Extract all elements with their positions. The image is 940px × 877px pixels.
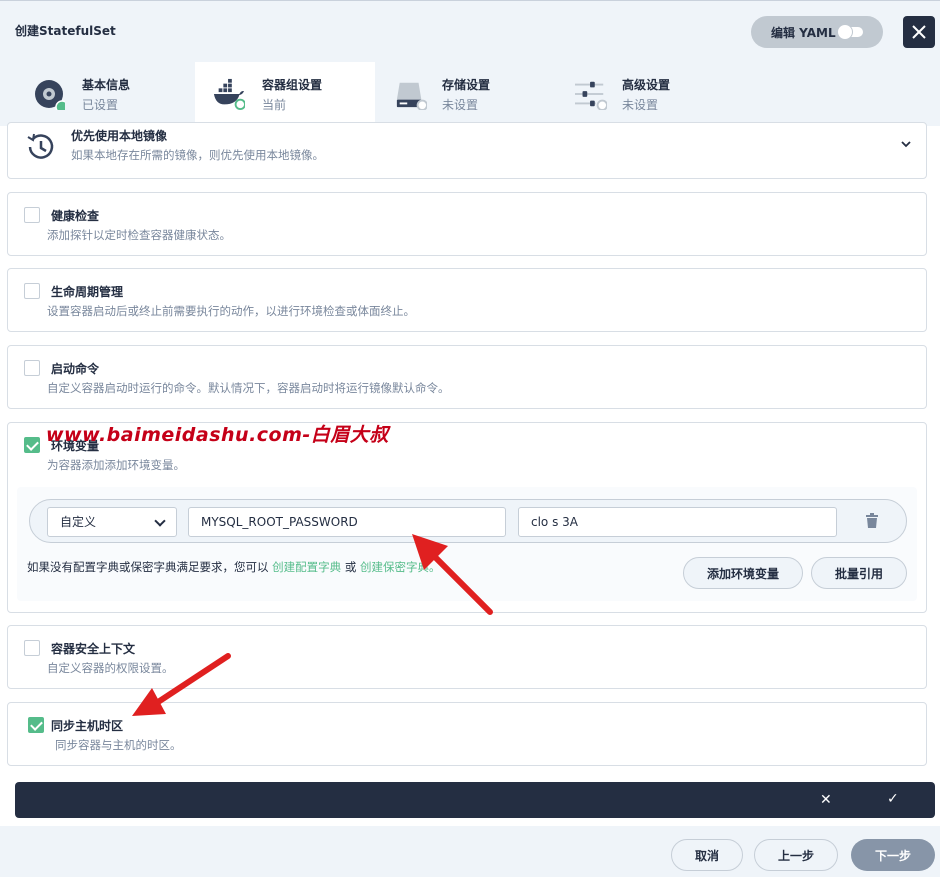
cancel-button[interactable]: 取消: [671, 839, 743, 871]
arrow-annotation: [132, 653, 231, 716]
next-step-button[interactable]: 下一步: [851, 839, 935, 871]
cancel-edit-icon[interactable]: ✕: [820, 792, 832, 808]
arrow-annotation: [412, 534, 493, 615]
annotation-arrows: [132, 534, 493, 716]
prev-step-button[interactable]: 上一步: [754, 839, 838, 871]
edit-confirm-bar: ✕ ✓: [15, 782, 935, 818]
modal-footer: 取消 上一步 下一步: [0, 826, 940, 877]
confirm-edit-icon[interactable]: ✓: [887, 791, 899, 807]
